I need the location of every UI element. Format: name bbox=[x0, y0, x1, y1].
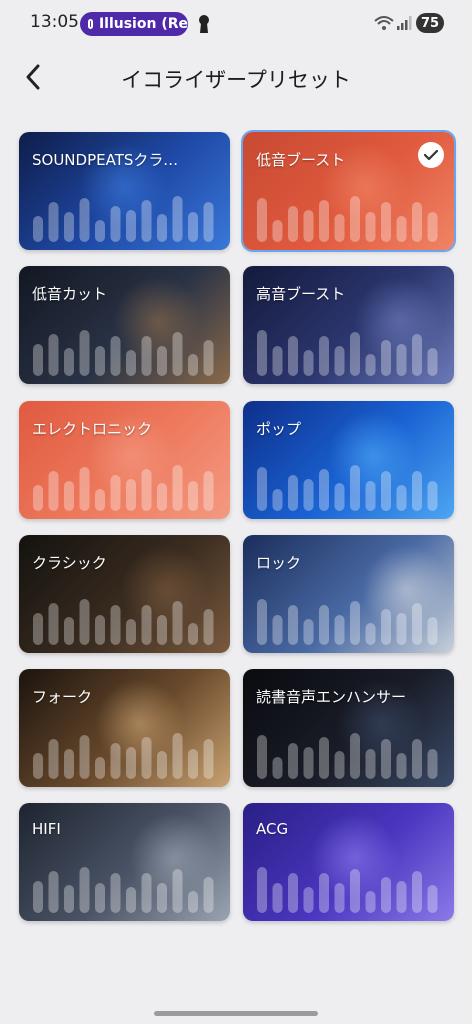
equalizer-bars-icon bbox=[33, 599, 214, 645]
equalizer-bars-icon bbox=[33, 867, 214, 913]
home-indicator[interactable] bbox=[154, 1011, 318, 1016]
status-bar: 13:05 Illusion (Re 75 bbox=[0, 0, 472, 48]
cell-signal-icon bbox=[397, 16, 412, 30]
preset-card[interactable]: ACG bbox=[243, 803, 454, 921]
earbuds-icon bbox=[88, 19, 93, 29]
battery-indicator: 75 bbox=[416, 13, 444, 33]
preset-card[interactable]: エレクトロニック bbox=[19, 401, 230, 519]
preset-label: ポップ bbox=[256, 420, 302, 438]
now-playing-text: Illusion (Re bbox=[98, 16, 188, 32]
preset-label: SOUNDPEATSクラシッ… bbox=[32, 151, 186, 169]
keyhole-icon bbox=[199, 15, 209, 33]
preset-label: エレクトロニック bbox=[32, 420, 153, 438]
preset-card[interactable]: 低音カット bbox=[19, 266, 230, 384]
preset-card[interactable]: 読書音声エンハンサー bbox=[243, 669, 454, 787]
preset-card[interactable]: 低音ブースト bbox=[243, 132, 454, 250]
preset-card[interactable]: 高音ブースト bbox=[243, 266, 454, 384]
preset-card[interactable]: クラシック bbox=[19, 535, 230, 653]
status-time: 13:05 bbox=[30, 12, 79, 32]
preset-label: 読書音声エンハンサー bbox=[256, 688, 407, 706]
equalizer-bars-icon bbox=[257, 733, 438, 779]
equalizer-bars-icon bbox=[33, 465, 214, 511]
selected-check-icon bbox=[418, 142, 444, 168]
now-playing-pill[interactable]: Illusion (Re bbox=[80, 12, 188, 36]
preset-card[interactable]: ポップ bbox=[243, 401, 454, 519]
equalizer-bars-icon bbox=[33, 196, 214, 242]
equalizer-bars-icon bbox=[33, 330, 214, 376]
page-title: イコライザープリセット bbox=[121, 68, 351, 92]
preset-label: ACG bbox=[256, 820, 289, 838]
equalizer-bars-icon bbox=[257, 599, 438, 645]
wifi-icon bbox=[374, 16, 394, 30]
preset-label: 低音ブースト bbox=[256, 151, 346, 169]
preset-label: 高音ブースト bbox=[256, 285, 346, 303]
preset-card[interactable]: フォーク bbox=[19, 669, 230, 787]
preset-label: HIFI bbox=[32, 820, 61, 838]
preset-card[interactable]: SOUNDPEATSクラシッ… bbox=[19, 132, 230, 250]
equalizer-bars-icon bbox=[33, 733, 214, 779]
equalizer-bars-icon bbox=[257, 465, 438, 511]
preset-label: クラシック bbox=[32, 554, 107, 572]
preset-card[interactable]: HIFI bbox=[19, 803, 230, 921]
preset-label: フォーク bbox=[32, 688, 93, 706]
preset-card[interactable]: ロック bbox=[243, 535, 454, 653]
equalizer-bars-icon bbox=[257, 867, 438, 913]
equalizer-bars-icon bbox=[257, 330, 438, 376]
preset-label: 低音カット bbox=[32, 285, 108, 303]
equalizer-bars-icon bbox=[257, 196, 438, 242]
preset-label: ロック bbox=[256, 554, 302, 572]
